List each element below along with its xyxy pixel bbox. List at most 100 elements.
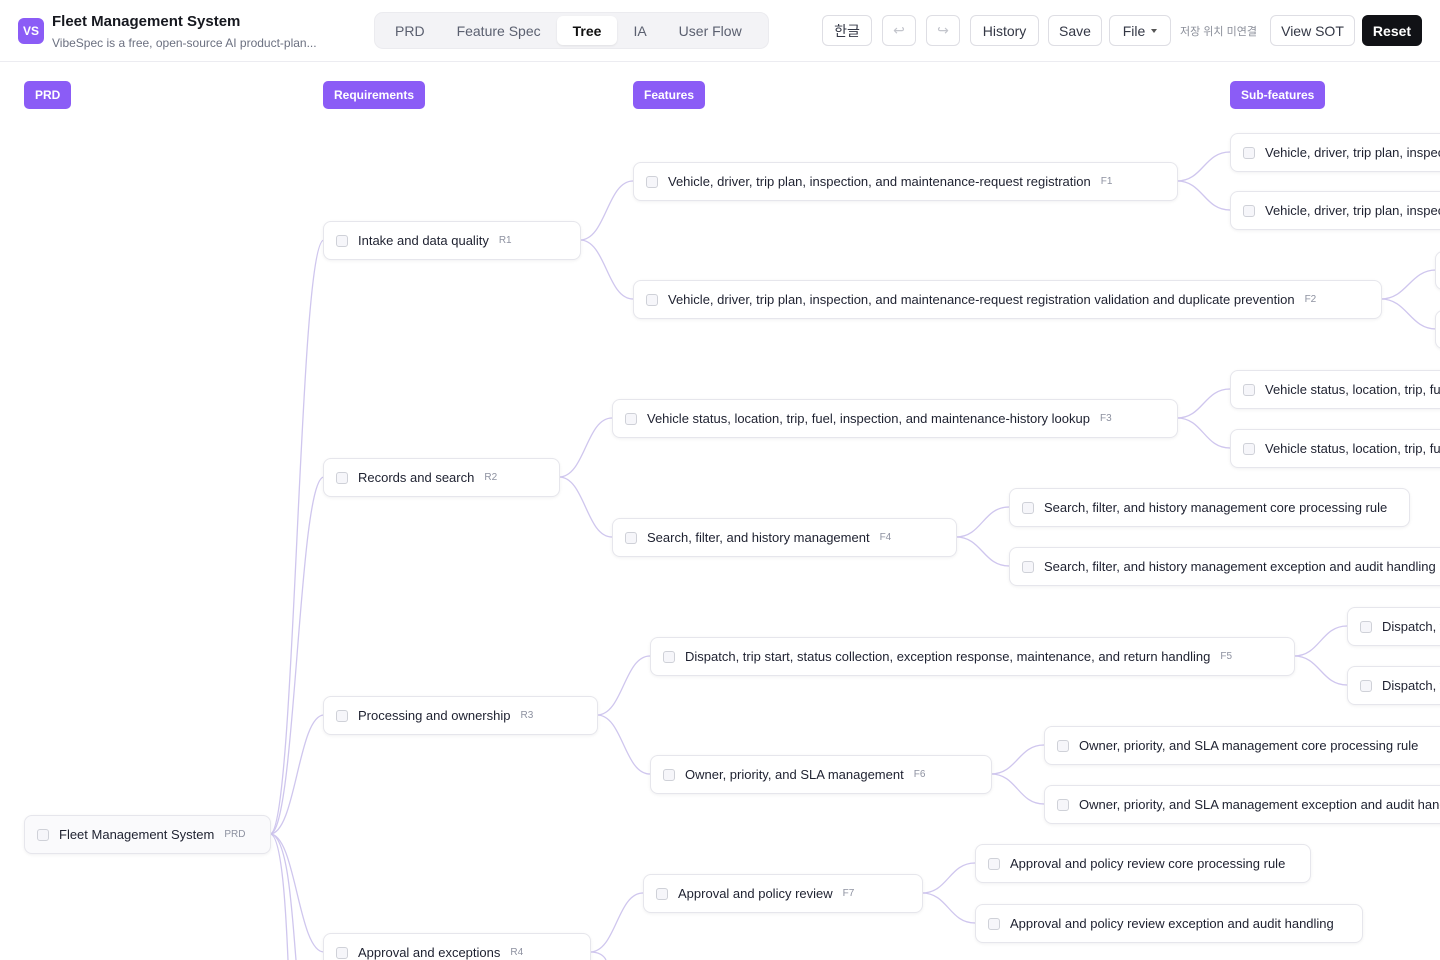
link-root-r1 bbox=[269, 239, 325, 835]
column-label-features: Features bbox=[633, 81, 706, 109]
node-id: F7 bbox=[842, 888, 855, 899]
tab-ia[interactable]: IA bbox=[617, 16, 662, 45]
tree-node-s4a[interactable]: Search, filter, and history management c… bbox=[1009, 488, 1410, 527]
node-checkbox[interactable] bbox=[646, 175, 658, 188]
node-checkbox[interactable] bbox=[1022, 501, 1034, 514]
vibespec-logo-icon: VS bbox=[18, 18, 44, 44]
tree-node-s1b[interactable]: Vehicle, driver, trip plan, inspec bbox=[1230, 191, 1440, 230]
tree-node-s6b[interactable]: Owner, priority, and SLA management exce… bbox=[1044, 785, 1440, 824]
undo-icon: ↩ bbox=[893, 22, 905, 38]
tree-node-f5[interactable]: Dispatch, trip start, status collection,… bbox=[650, 637, 1295, 676]
tree-node-s4b[interactable]: Search, filter, and history management e… bbox=[1009, 547, 1440, 586]
node-label: Search, filter, and history management bbox=[647, 530, 870, 545]
node-checkbox[interactable] bbox=[37, 828, 49, 841]
node-checkbox[interactable] bbox=[663, 768, 675, 781]
node-label: Vehicle, driver, trip plan, inspec bbox=[1265, 203, 1440, 218]
node-label: Vehicle, driver, trip plan, inspection, … bbox=[668, 292, 1295, 307]
node-label: Search, filter, and history management e… bbox=[1044, 559, 1436, 574]
tree-node-r1[interactable]: Intake and data quality R1 bbox=[323, 221, 581, 260]
tab-user-flow[interactable]: User Flow bbox=[663, 16, 758, 45]
language-toggle-button[interactable]: 한글 bbox=[822, 15, 872, 46]
chevron-down-icon bbox=[1151, 28, 1158, 33]
history-button[interactable]: History bbox=[970, 15, 1039, 46]
tree-node-f1[interactable]: Vehicle, driver, trip plan, inspection, … bbox=[633, 162, 1178, 201]
node-checkbox[interactable] bbox=[1057, 798, 1069, 811]
node-label: Dispatch, trip start, status collection,… bbox=[685, 649, 1211, 664]
tab-tree[interactable]: Tree bbox=[556, 16, 618, 45]
tree-node-s3b[interactable]: Vehicle status, location, trip, fue bbox=[1230, 429, 1440, 468]
node-checkbox[interactable] bbox=[988, 857, 1000, 870]
node-checkbox[interactable] bbox=[1057, 739, 1069, 752]
node-checkbox[interactable] bbox=[1360, 679, 1372, 692]
tree-node-f7[interactable]: Approval and policy review F7 bbox=[643, 874, 923, 913]
node-checkbox[interactable] bbox=[336, 709, 348, 722]
link-f1-s1b bbox=[1176, 180, 1231, 211]
view-tabs: PRD Feature Spec Tree IA User Flow bbox=[374, 12, 769, 49]
tree-node-f2[interactable]: Vehicle, driver, trip plan, inspection, … bbox=[633, 280, 1382, 319]
node-checkbox[interactable] bbox=[625, 531, 637, 544]
node-label: Vehicle, driver, trip plan, inspection, … bbox=[668, 174, 1091, 189]
node-label: Vehicle status, location, trip, fuel, in… bbox=[647, 411, 1090, 426]
tree-node-s7a[interactable]: Approval and policy review core processi… bbox=[975, 844, 1311, 883]
tree-node-s6a[interactable]: Owner, priority, and SLA management core… bbox=[1044, 726, 1440, 765]
link-f5-s5a bbox=[1293, 625, 1348, 657]
node-id: F2 bbox=[1304, 294, 1317, 305]
tree-node-s5b[interactable]: Dispatch, t bbox=[1347, 666, 1440, 705]
node-checkbox[interactable] bbox=[663, 650, 675, 663]
tree-node-s7b[interactable]: Approval and policy review exception and… bbox=[975, 904, 1363, 943]
node-checkbox[interactable] bbox=[988, 917, 1000, 930]
node-checkbox[interactable] bbox=[336, 234, 348, 247]
node-label: Approval and policy review core processi… bbox=[1010, 856, 1286, 871]
view-sot-button[interactable]: View SOT bbox=[1270, 15, 1355, 46]
tab-prd[interactable]: PRD bbox=[379, 16, 441, 45]
node-checkbox[interactable] bbox=[1243, 146, 1255, 159]
tree-node-r4[interactable]: Approval and exceptions R4 bbox=[323, 933, 591, 960]
node-id: R1 bbox=[498, 235, 512, 246]
node-label: Processing and ownership bbox=[358, 708, 511, 723]
tree-node-f4[interactable]: Search, filter, and history management F… bbox=[612, 518, 957, 557]
node-id: R2 bbox=[484, 472, 498, 483]
node-label: Vehicle status, location, trip, fue bbox=[1265, 382, 1440, 397]
reset-button[interactable]: Reset bbox=[1362, 15, 1422, 46]
column-label-prd: PRD bbox=[24, 81, 72, 109]
tree-node-root[interactable]: Fleet Management System PRD bbox=[24, 815, 271, 854]
node-checkbox[interactable] bbox=[336, 946, 348, 959]
tree-node-s1a[interactable]: Vehicle, driver, trip plan, inspec bbox=[1230, 133, 1440, 172]
tree-canvas[interactable]: PRD Requirements Features Sub-features F… bbox=[0, 63, 1440, 960]
link-r3-f6 bbox=[596, 714, 651, 775]
tree-node-s2a[interactable] bbox=[1435, 251, 1440, 290]
node-checkbox[interactable] bbox=[646, 293, 658, 306]
link-f4-s4a bbox=[955, 506, 1010, 538]
node-checkbox[interactable] bbox=[656, 887, 668, 900]
save-button[interactable]: Save bbox=[1048, 15, 1102, 46]
link-f1-s1a bbox=[1176, 151, 1231, 182]
node-checkbox[interactable] bbox=[1243, 204, 1255, 217]
tree-node-f3[interactable]: Vehicle status, location, trip, fuel, in… bbox=[612, 399, 1178, 438]
column-label-subfeatures: Sub-features bbox=[1230, 81, 1326, 109]
node-checkbox[interactable] bbox=[1022, 560, 1034, 573]
undo-button[interactable]: ↩ bbox=[882, 15, 916, 46]
tree-node-r3[interactable]: Processing and ownership R3 bbox=[323, 696, 598, 735]
tree-node-r2[interactable]: Records and search R2 bbox=[323, 458, 560, 497]
node-checkbox[interactable] bbox=[1243, 442, 1255, 455]
tree-node-s5a[interactable]: Dispatch, t bbox=[1347, 607, 1440, 646]
redo-button[interactable]: ↪ bbox=[926, 15, 960, 46]
node-label: Approval and policy review bbox=[678, 886, 833, 901]
tree-node-f6[interactable]: Owner, priority, and SLA management F6 bbox=[650, 755, 992, 794]
file-menu-button[interactable]: File bbox=[1109, 15, 1171, 46]
link-f4-s4b bbox=[955, 536, 1010, 567]
node-id: R3 bbox=[520, 710, 534, 721]
link-f2-s2b bbox=[1380, 298, 1437, 330]
link-r1-f2 bbox=[579, 239, 634, 300]
node-checkbox[interactable] bbox=[1243, 383, 1255, 396]
link-r3-f5 bbox=[596, 655, 651, 716]
link-f7-s7b bbox=[921, 892, 976, 924]
node-checkbox[interactable] bbox=[625, 412, 637, 425]
link-root-down-b bbox=[269, 833, 297, 960]
node-checkbox[interactable] bbox=[1360, 620, 1372, 633]
node-id: F1 bbox=[1100, 176, 1113, 187]
tab-feature-spec[interactable]: Feature Spec bbox=[441, 16, 557, 45]
tree-node-s3a[interactable]: Vehicle status, location, trip, fue bbox=[1230, 370, 1440, 409]
tree-node-s2b[interactable] bbox=[1435, 310, 1440, 349]
node-checkbox[interactable] bbox=[336, 471, 348, 484]
